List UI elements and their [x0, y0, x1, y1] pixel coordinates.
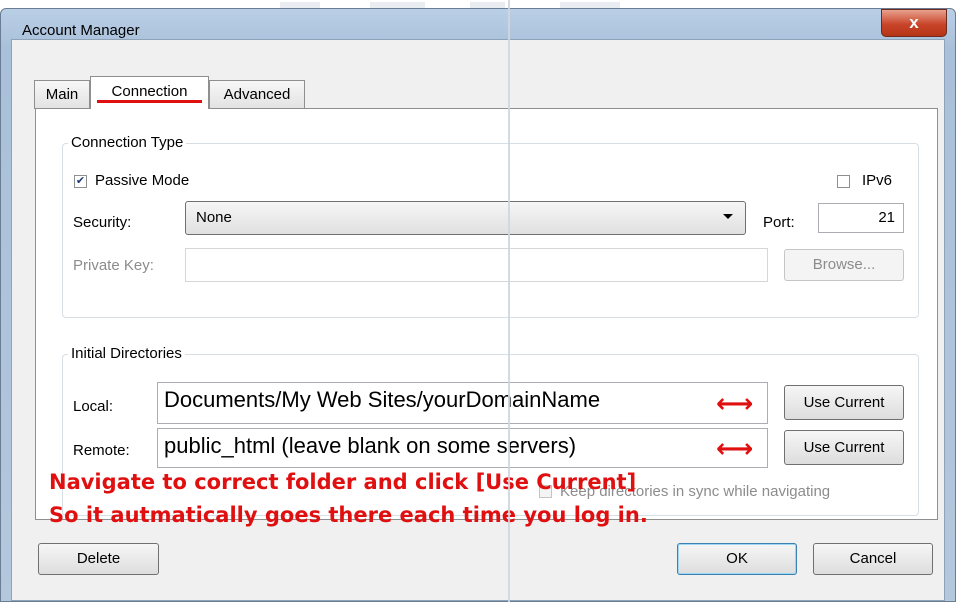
initial-directories-legend: Initial Directories — [68, 345, 185, 362]
local-directory-value: Documents/My Web Sites/yourDomainName — [164, 387, 601, 412]
double-arrow-icon: ⟷ — [716, 433, 754, 463]
ok-button-label: OK — [726, 550, 748, 567]
account-manager-dialog: Account Manager x Main Connection Advanc… — [0, 8, 956, 602]
annotation-line-2: So it autmatically goes there each time … — [49, 503, 648, 527]
tab-connection[interactable]: Connection — [90, 76, 209, 109]
security-selected-value: None — [196, 209, 232, 226]
port-input[interactable]: 21 — [818, 203, 904, 233]
ipv6-checkbox[interactable] — [837, 175, 850, 188]
private-key-label: Private Key: — [73, 257, 154, 274]
local-label: Local: — [73, 398, 114, 415]
browse-button[interactable]: Browse... — [784, 249, 904, 281]
double-arrow-icon: ⟷ — [716, 388, 754, 418]
tab-connection-label: Connection — [111, 83, 188, 100]
background-divider-line — [508, 0, 510, 602]
remote-label: Remote: — [73, 442, 130, 459]
remote-directory-input[interactable]: public_html (leave blank on some servers… — [157, 428, 768, 468]
chevron-down-icon — [723, 214, 733, 219]
port-label: Port: — [763, 214, 795, 231]
ok-button[interactable]: OK — [677, 543, 797, 575]
close-icon: x — [909, 13, 919, 32]
connection-tab-panel: Connection Type ✔ Passive Mode IPv6 Secu… — [35, 108, 938, 520]
dialog-client-area: Main Connection Advanced Connection Type… — [11, 39, 945, 601]
private-key-input[interactable] — [185, 248, 768, 282]
local-directory-input[interactable]: Documents/My Web Sites/yourDomainName ⟷ — [157, 382, 768, 424]
remote-use-current-label: Use Current — [803, 439, 885, 456]
passive-mode-label: Passive Mode — [95, 172, 190, 189]
passive-mode-checkbox[interactable]: ✔ — [74, 175, 87, 188]
cancel-button-label: Cancel — [849, 550, 897, 567]
tab-advanced-label: Advanced — [223, 86, 291, 103]
delete-button[interactable]: Delete — [38, 543, 159, 575]
delete-button-label: Delete — [76, 550, 121, 567]
cancel-button[interactable]: Cancel — [813, 543, 933, 575]
port-value: 21 — [878, 209, 895, 226]
local-use-current-button[interactable]: Use Current — [784, 385, 904, 420]
close-button[interactable]: x — [881, 9, 947, 37]
checkmark-icon: ✔ — [75, 175, 86, 187]
security-label: Security: — [73, 214, 132, 231]
tab-main[interactable]: Main — [34, 80, 90, 109]
remote-directory-value: public_html (leave blank on some servers… — [164, 433, 577, 458]
tab-main-label: Main — [45, 86, 79, 103]
annotation-line-1: Navigate to correct folder and click [Us… — [49, 470, 637, 494]
connection-type-legend: Connection Type — [68, 134, 187, 151]
security-dropdown[interactable]: None — [185, 201, 746, 235]
ipv6-label: IPv6 — [862, 172, 893, 189]
remote-use-current-button[interactable]: Use Current — [784, 430, 904, 465]
browse-button-label: Browse... — [812, 256, 876, 273]
local-use-current-label: Use Current — [803, 394, 885, 411]
tab-advanced[interactable]: Advanced — [209, 80, 305, 109]
tab-highlight-underline — [97, 100, 202, 103]
dialog-title: Account Manager — [22, 22, 140, 39]
